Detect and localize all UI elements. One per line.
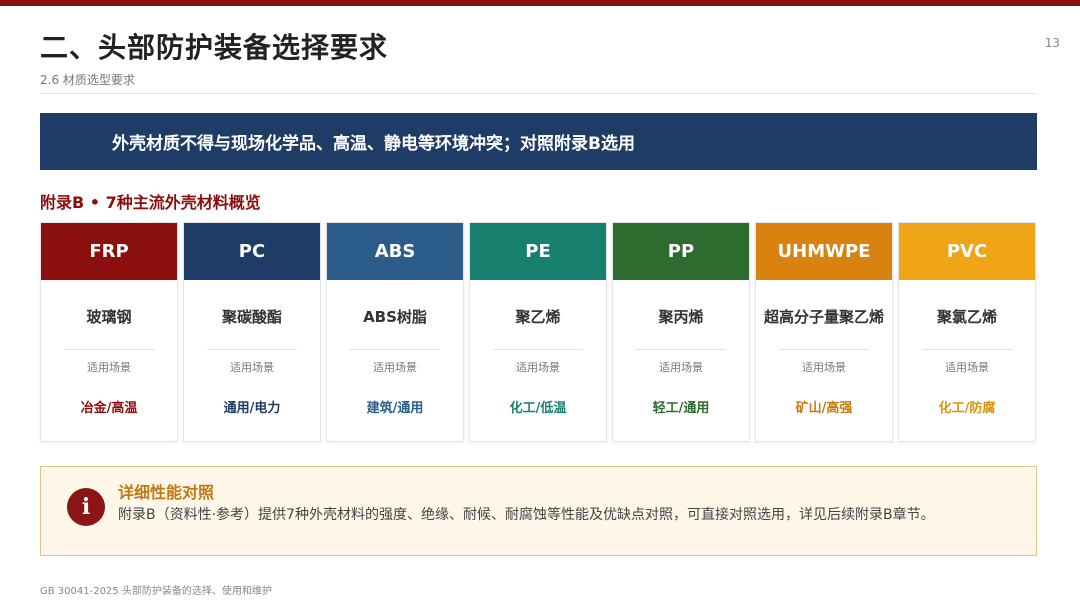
card-divider — [207, 349, 297, 350]
material-card: PC 聚碳酸酯 适用场景 通用/电力 — [183, 222, 321, 442]
material-code: UHMWPE — [756, 223, 892, 280]
scenario-label: 适用场景 — [659, 361, 703, 374]
material-code: PP — [613, 223, 749, 280]
material-name: 玻璃钢 — [86, 308, 132, 326]
scenario-label: 适用场景 — [516, 361, 560, 374]
material-name: 聚碳酸酯 — [221, 308, 282, 326]
scenario-value: 化工/低温 — [509, 401, 567, 416]
card-divider — [922, 349, 1012, 350]
card-divider — [493, 349, 583, 350]
scenario-label: 适用场景 — [802, 361, 846, 374]
scenario-value: 通用/电力 — [223, 401, 281, 416]
material-code: FRP — [41, 223, 177, 280]
footer-source: GB 30041-2025 头部防护装备的选择、使用和维护 — [40, 586, 272, 597]
info-icon: i — [67, 488, 105, 526]
note-title: 详细性能对照 — [118, 483, 215, 502]
material-code: PVC — [899, 223, 1035, 280]
scenario-label: 适用场景 — [230, 361, 274, 374]
scenario-label: 适用场景 — [945, 361, 989, 374]
material-code: PC — [184, 223, 320, 280]
page-subtitle: 2.6 材质选型要求 — [40, 73, 135, 87]
scenario-value: 建筑/通用 — [366, 401, 424, 416]
material-name: 聚氯乙烯 — [936, 308, 997, 326]
top-accent-bar — [0, 0, 1080, 6]
material-cards: FRP 玻璃钢 适用场景 冶金/高温 PC 聚碳酸酯 适用场景 通用/电力 AB… — [40, 222, 1037, 442]
performance-note: i 详细性能对照 附录B（资料性·参考）提供7种外壳材料的强度、绝缘、耐候、耐腐… — [40, 466, 1037, 556]
banner-text: 外壳材质不得与现场化学品、高温、静电等环境冲突；对照附录B选用 — [112, 134, 635, 154]
material-card: UHMWPE 超高分子量聚乙烯 适用场景 矿山/高强 — [755, 222, 893, 442]
material-card: FRP 玻璃钢 适用场景 冶金/高温 — [40, 222, 178, 442]
card-divider — [350, 349, 440, 350]
scenario-value: 化工/防腐 — [938, 401, 996, 416]
material-code: PE — [470, 223, 606, 280]
material-card: PP 聚丙烯 适用场景 轻工/通用 — [612, 222, 750, 442]
scenario-value: 轻工/通用 — [652, 401, 710, 416]
note-text: 附录B（资料性·参考）提供7种外壳材料的强度、绝缘、耐候、耐腐蚀等性能及优缺点对… — [118, 507, 935, 523]
card-divider — [779, 349, 869, 350]
section-heading: 附录B • 7种主流外壳材料概览 — [40, 193, 261, 212]
material-name: 超高分子量聚乙烯 — [763, 308, 884, 326]
page-title: 二、头部防护装备选择要求 — [40, 31, 389, 64]
scenario-label: 适用场景 — [87, 361, 131, 374]
requirement-banner: 外壳材质不得与现场化学品、高温、静电等环境冲突；对照附录B选用 — [40, 113, 1037, 170]
material-name: ABS树脂 — [363, 308, 427, 326]
scenario-value: 冶金/高温 — [80, 401, 138, 416]
page-number: 13 — [1044, 36, 1060, 50]
card-divider — [636, 349, 726, 350]
material-code: ABS — [327, 223, 463, 280]
header-divider — [40, 93, 1036, 94]
scenario-value: 矿山/高强 — [795, 401, 853, 416]
card-divider — [64, 349, 154, 350]
material-card: PVC 聚氯乙烯 适用场景 化工/防腐 — [898, 222, 1036, 442]
material-name: 聚乙烯 — [515, 308, 561, 326]
material-name: 聚丙烯 — [658, 308, 704, 326]
material-card: PE 聚乙烯 适用场景 化工/低温 — [469, 222, 607, 442]
scenario-label: 适用场景 — [373, 361, 417, 374]
material-card: ABS ABS树脂 适用场景 建筑/通用 — [326, 222, 464, 442]
